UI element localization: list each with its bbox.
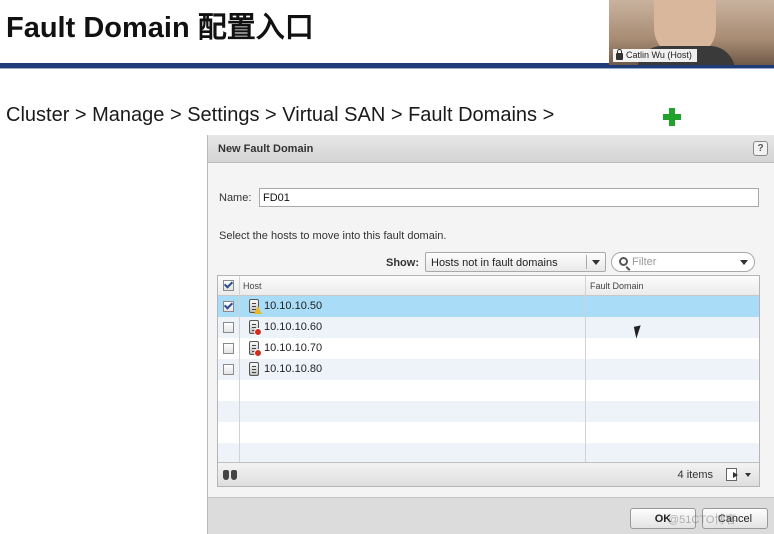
dialog-title: New Fault Domain (218, 143, 314, 155)
export-icon[interactable] (726, 468, 738, 481)
error-icon (254, 328, 262, 336)
new-fault-domain-dialog: New Fault Domain ? Name: Select the host… (207, 135, 774, 534)
column-divider (585, 276, 586, 464)
show-dropdown-value: Hosts not in fault domains (431, 257, 558, 269)
dropdown-divider (586, 255, 587, 269)
column-header-host[interactable]: Host (243, 281, 262, 291)
host-ip: 10.10.10.80 (264, 363, 323, 375)
grid-footer: 4 items (218, 462, 759, 486)
add-icon[interactable] (663, 108, 681, 126)
warning-icon (254, 306, 262, 314)
show-label: Show: (386, 257, 419, 269)
host-icon (249, 341, 262, 357)
empty-row (218, 380, 759, 401)
breadcrumb: Cluster > Manage > Settings > Virtual SA… (6, 104, 555, 126)
chevron-down-icon[interactable] (592, 260, 600, 265)
host-ip: 10.10.10.60 (264, 321, 323, 333)
participant-name: Catlin Wu (Host) (626, 50, 692, 60)
chevron-down-icon[interactable] (740, 260, 748, 265)
name-label: Name: (219, 192, 252, 204)
empty-row (218, 401, 759, 422)
title-rule-thin (0, 68, 774, 69)
table-row[interactable]: 10.10.10.60 (218, 317, 759, 338)
binoculars-icon[interactable] (223, 470, 237, 480)
empty-row (218, 422, 759, 443)
table-row[interactable]: 10.10.10.80 (218, 359, 759, 380)
host-icon (249, 362, 259, 376)
column-header-fault-domain[interactable]: Fault Domain (590, 281, 644, 291)
hosts-grid: Host Fault Domain 10.10.10.50 10.10.10.6… (217, 275, 760, 487)
name-input[interactable] (259, 188, 759, 207)
grid-header: Host Fault Domain (218, 276, 759, 296)
host-ip: 10.10.10.70 (264, 342, 323, 354)
dialog-header: New Fault Domain ? (208, 135, 774, 163)
slide-title: Fault Domain 配置入口 (6, 12, 314, 44)
webcam-overlay: Catlin Wu (Host) (609, 0, 774, 65)
table-row[interactable]: 10.10.10.50 (218, 296, 759, 317)
watermark: @51CTO博客 (668, 514, 737, 526)
table-row[interactable]: 10.10.10.70 (218, 338, 759, 359)
check-icon (223, 279, 234, 289)
check-icon (223, 300, 234, 310)
select-all-checkbox[interactable] (223, 279, 234, 291)
participant-label: Catlin Wu (Host) (613, 49, 697, 62)
filter-box[interactable] (611, 252, 755, 272)
empty-row (218, 443, 759, 464)
lock-icon (616, 49, 623, 60)
filter-input[interactable] (632, 255, 732, 269)
row-checkbox[interactable] (223, 343, 234, 354)
column-divider (239, 276, 240, 464)
items-count: 4 items (677, 469, 713, 481)
instruction-text: Select the hosts to move into this fault… (219, 230, 447, 242)
help-icon[interactable]: ? (753, 141, 768, 156)
row-checkbox[interactable] (223, 300, 234, 312)
host-ip: 10.10.10.50 (264, 300, 323, 312)
show-dropdown[interactable]: Hosts not in fault domains (425, 252, 606, 272)
host-icon (249, 320, 262, 336)
host-icon (249, 299, 262, 314)
row-checkbox[interactable] (223, 322, 234, 333)
chevron-down-icon[interactable] (745, 473, 751, 477)
search-icon (619, 257, 628, 266)
row-checkbox[interactable] (223, 364, 234, 375)
error-icon (254, 349, 262, 357)
